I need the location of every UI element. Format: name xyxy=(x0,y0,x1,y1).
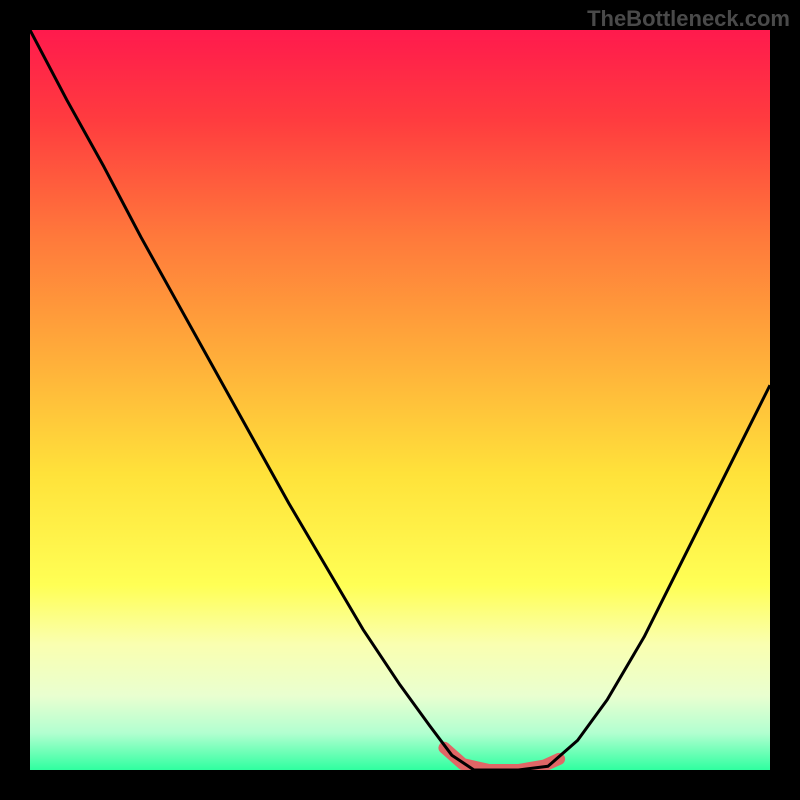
watermark-text: TheBottleneck.com xyxy=(587,6,790,32)
plot-area xyxy=(30,30,770,770)
bottleneck-curve xyxy=(30,30,770,770)
chart-frame: TheBottleneck.com xyxy=(0,0,800,800)
curve-layer xyxy=(30,30,770,770)
